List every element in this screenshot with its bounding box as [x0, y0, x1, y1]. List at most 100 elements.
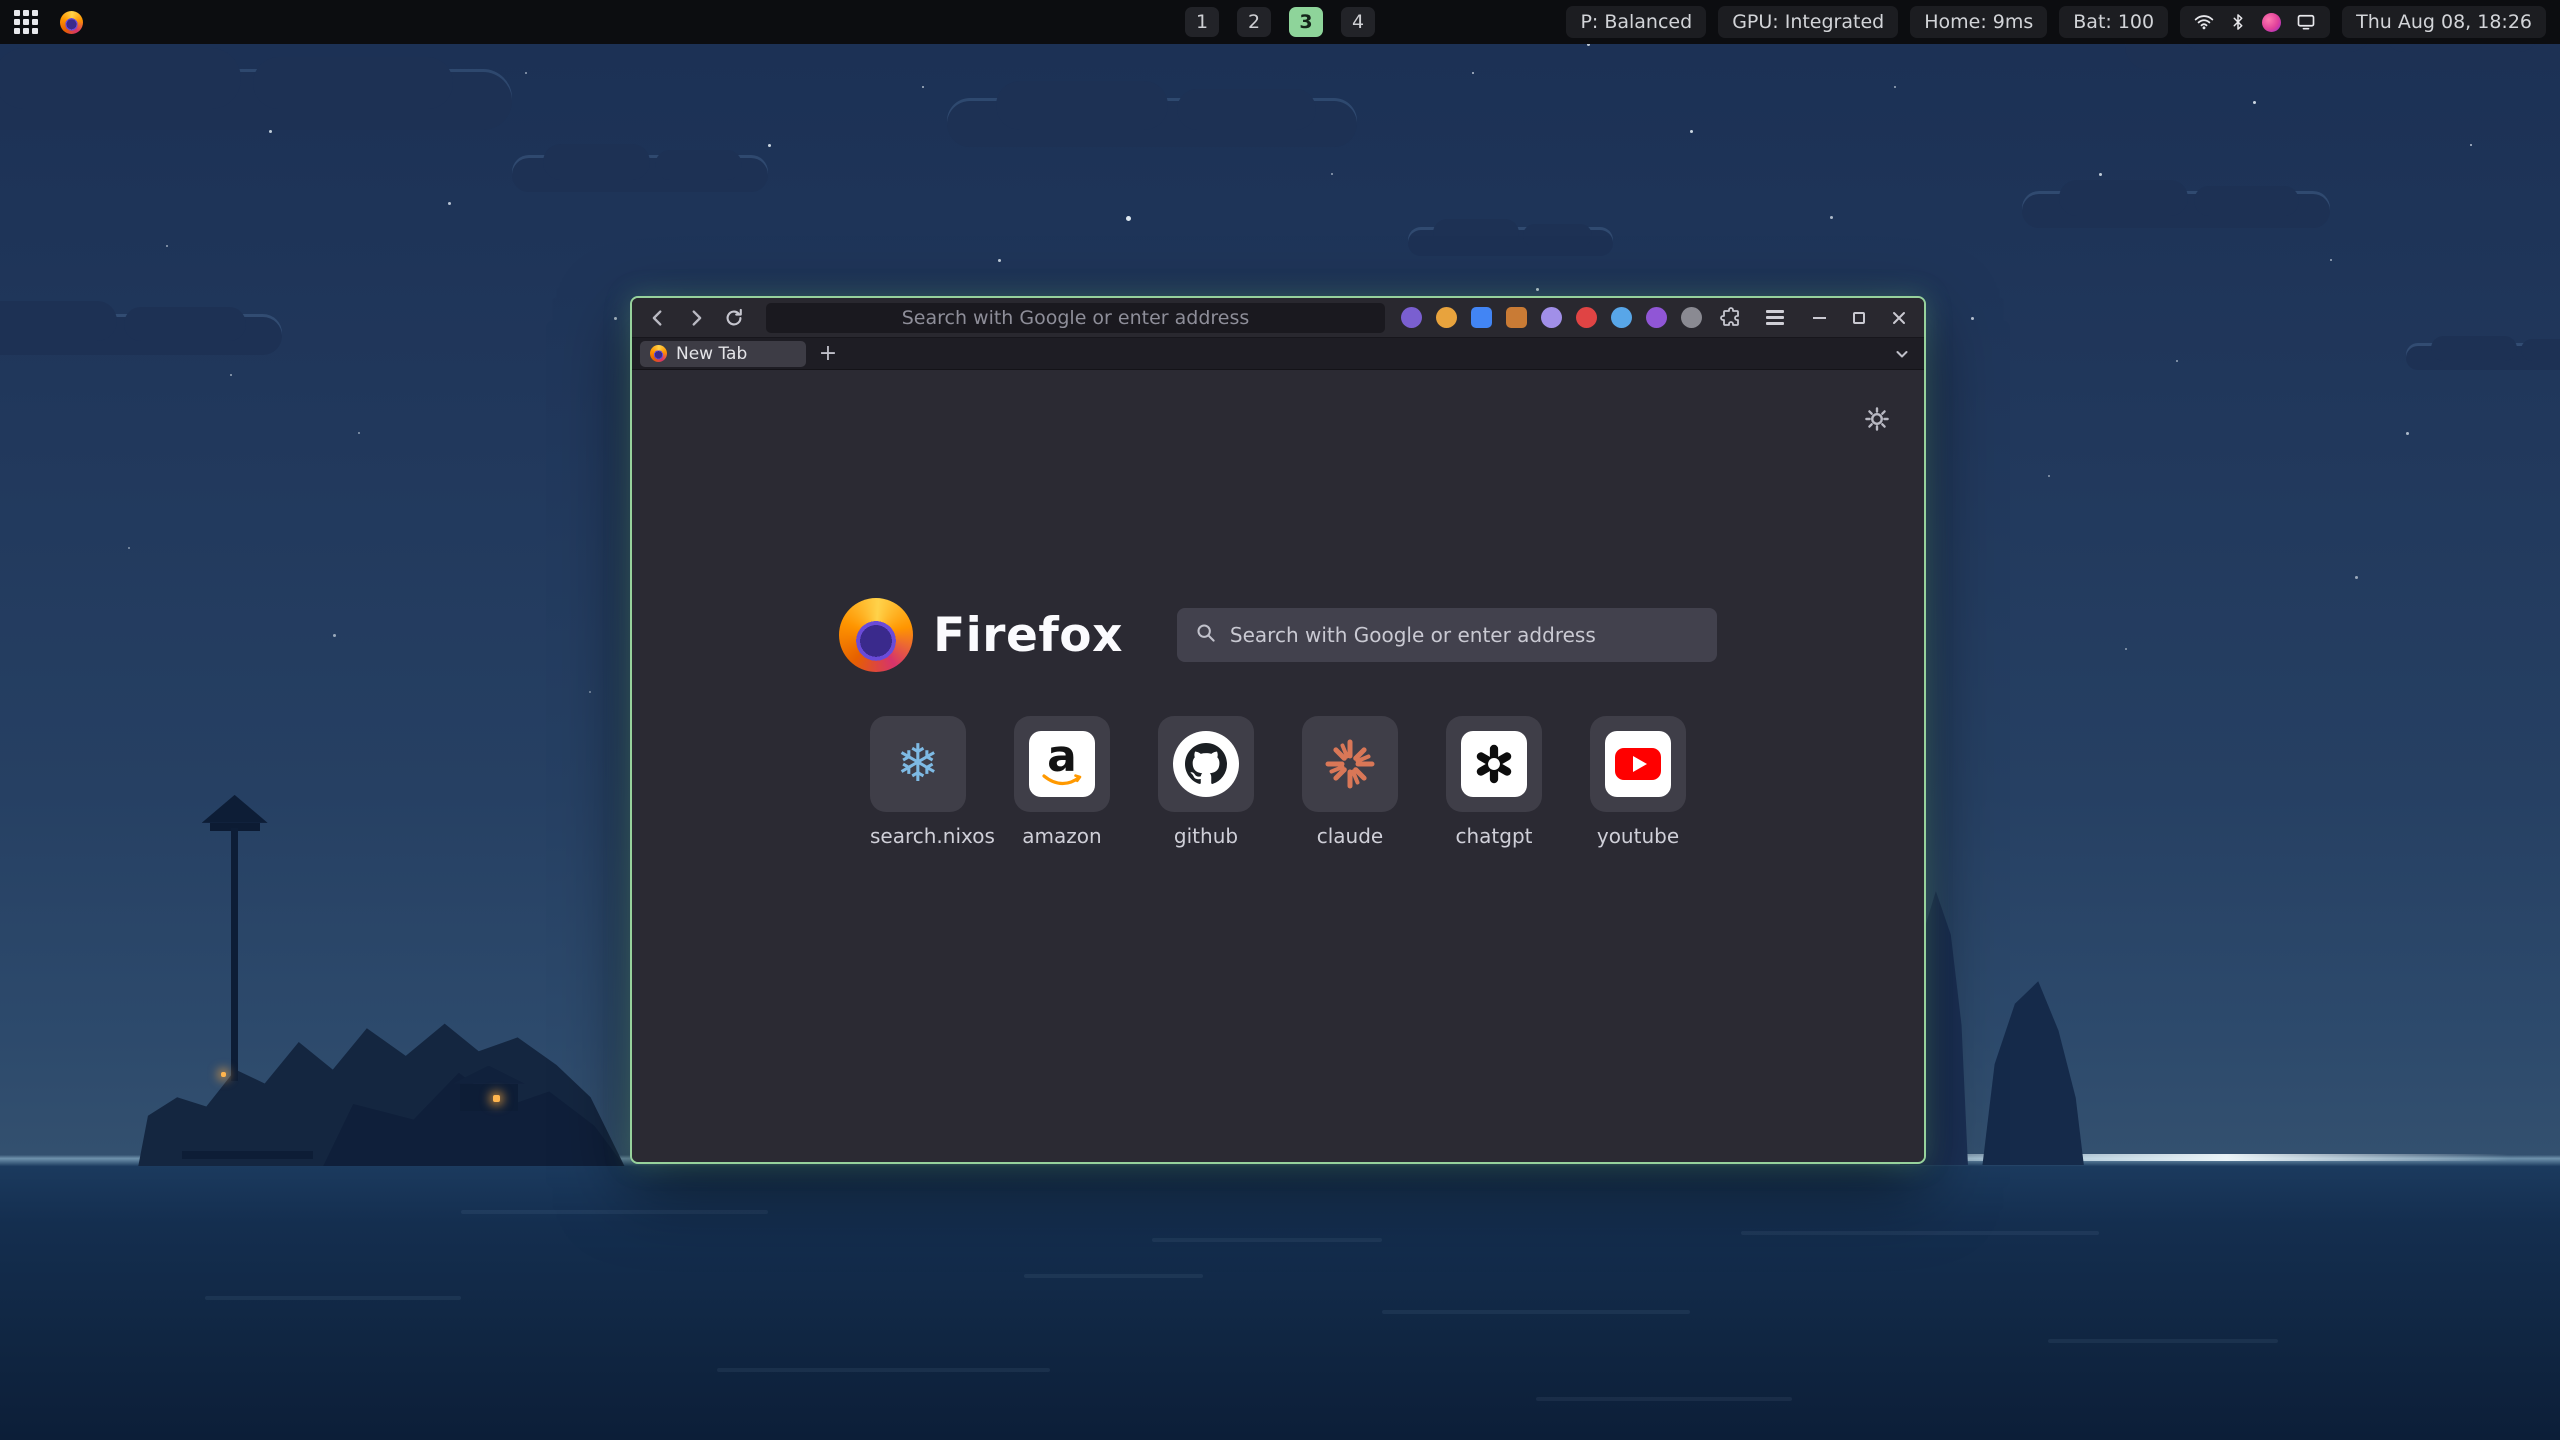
desktop: 1 2 3 4 P: Balanced GPU: Integrated Home…	[0, 0, 2560, 1440]
cloud	[947, 101, 1357, 147]
firefox-launcher-icon[interactable]	[60, 11, 83, 34]
star	[2330, 259, 2332, 261]
extension-strip	[1401, 303, 1790, 333]
extension-icon-5[interactable]	[1541, 307, 1562, 328]
app-launcher-icon[interactable]	[14, 10, 38, 34]
shortcut-label: search.nixos	[870, 824, 966, 848]
shortcut-chatgpt[interactable]: chatgpt	[1446, 716, 1542, 848]
workspace-3-active[interactable]: 3	[1289, 7, 1323, 37]
shortcut-tiles: ❄ search.nixos a amazon	[632, 716, 1924, 848]
color-wheel-icon[interactable]	[2262, 13, 2281, 32]
newtab-hero: Firefox	[632, 598, 1924, 672]
extension-icon-9[interactable]	[1681, 307, 1702, 328]
star	[358, 432, 360, 434]
star	[768, 144, 771, 147]
cloud	[1408, 230, 1613, 256]
new-tab-button[interactable]: +	[814, 341, 842, 367]
gpu-status: GPU: Integrated	[1718, 6, 1898, 38]
star	[448, 202, 451, 205]
forward-button[interactable]	[680, 303, 712, 333]
workspace-switcher: 1 2 3 4	[1185, 7, 1375, 37]
star	[2048, 475, 2050, 477]
cloud	[2406, 346, 2560, 370]
extensions-puzzle-icon[interactable]	[1716, 303, 1746, 333]
list-all-tabs-icon[interactable]	[1888, 341, 1916, 367]
workspace-1[interactable]: 1	[1185, 7, 1219, 37]
newtab-search-input[interactable]	[1230, 623, 1699, 647]
hut	[460, 1084, 518, 1111]
wave	[1741, 1231, 2099, 1235]
wifi-icon[interactable]	[2194, 12, 2214, 32]
personalize-gear-icon[interactable]	[1864, 406, 1890, 436]
tile-box	[1590, 716, 1686, 812]
workspace-2[interactable]: 2	[1237, 7, 1271, 37]
search-icon	[1195, 622, 1217, 648]
shortcut-youtube[interactable]: youtube	[1590, 716, 1686, 848]
star	[2176, 360, 2178, 362]
maximize-button[interactable]	[1844, 303, 1874, 333]
tab-title: New Tab	[676, 344, 747, 364]
system-tray	[2180, 6, 2330, 38]
shortcut-label: amazon	[1014, 824, 1110, 848]
extension-icon-8[interactable]	[1646, 307, 1667, 328]
ping-status: Home: 9ms	[1910, 6, 2047, 38]
display-icon[interactable]	[2296, 12, 2316, 32]
close-button[interactable]	[1884, 303, 1914, 333]
star	[1830, 216, 1833, 219]
bluetooth-icon[interactable]	[2229, 12, 2247, 32]
minimize-button[interactable]	[1804, 303, 1834, 333]
nixos-snowflake-icon: ❄	[896, 738, 940, 790]
reload-button[interactable]	[718, 303, 750, 333]
extension-icon-6[interactable]	[1576, 307, 1597, 328]
wave	[717, 1368, 1050, 1372]
amazon-icon: a	[1029, 731, 1095, 797]
star	[1126, 216, 1131, 221]
menu-hamburger-icon[interactable]	[1760, 303, 1790, 333]
browser-toolbar: Search with Google or enter address	[632, 298, 1924, 338]
shortcut-label: chatgpt	[1446, 824, 1542, 848]
back-button[interactable]	[642, 303, 674, 333]
extension-icon-3[interactable]	[1471, 307, 1492, 328]
star	[998, 259, 1001, 262]
tile-box	[1446, 716, 1542, 812]
wave	[205, 1296, 461, 1300]
workspace-4[interactable]: 4	[1341, 7, 1375, 37]
extension-icon-4[interactable]	[1506, 307, 1527, 328]
star	[589, 691, 591, 693]
firefox-favicon	[650, 345, 667, 362]
tab-new-tab[interactable]: New Tab	[640, 341, 806, 367]
window-controls	[1804, 303, 1914, 333]
shortcut-search-nixos[interactable]: ❄ search.nixos	[870, 716, 966, 848]
clock: Thu Aug 08, 18:26	[2342, 6, 2546, 38]
star	[333, 634, 336, 637]
extension-icon-1[interactable]	[1401, 307, 1422, 328]
watchtower-pole	[231, 828, 238, 1081]
star	[2355, 576, 2358, 579]
wave	[461, 1210, 768, 1214]
wave	[2048, 1339, 2278, 1343]
star	[1894, 86, 1896, 88]
battery-status: Bat: 100	[2059, 6, 2168, 38]
star	[1536, 288, 1539, 291]
rock-squat	[1982, 941, 2083, 1165]
github-icon	[1173, 731, 1239, 797]
shortcut-amazon[interactable]: a amazon	[1014, 716, 1110, 848]
power-profile-status: P: Balanced	[1566, 6, 1706, 38]
newtab-search-bar[interactable]	[1177, 608, 1717, 662]
shortcut-claude[interactable]: claude	[1302, 716, 1398, 848]
shortcut-label: claude	[1302, 824, 1398, 848]
star	[2470, 144, 2472, 146]
shortcut-github[interactable]: github	[1158, 716, 1254, 848]
chatgpt-icon	[1461, 731, 1527, 797]
star	[128, 547, 130, 549]
url-bar[interactable]: Search with Google or enter address	[766, 303, 1385, 333]
star	[2125, 648, 2127, 650]
claude-icon	[1324, 738, 1376, 790]
star	[2099, 173, 2102, 176]
watchtower-roof	[202, 795, 268, 823]
star	[230, 374, 232, 376]
tile-box: ❄	[870, 716, 966, 812]
extension-icon-7[interactable]	[1611, 307, 1632, 328]
shortcut-label: github	[1158, 824, 1254, 848]
extension-icon-2[interactable]	[1436, 307, 1457, 328]
